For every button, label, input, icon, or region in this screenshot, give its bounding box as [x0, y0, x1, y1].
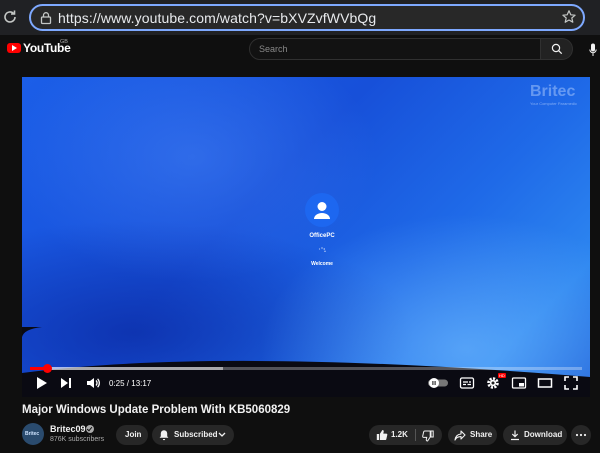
search-placeholder: Search [259, 44, 288, 54]
country-code: GB [60, 39, 68, 45]
join-button[interactable]: Join [116, 425, 148, 445]
site-info-icon[interactable] [39, 11, 53, 25]
search-icon [551, 43, 563, 55]
search-button[interactable] [541, 38, 573, 60]
theater-icon[interactable] [537, 375, 553, 391]
like-count[interactable]: 1.2K [391, 430, 408, 439]
next-icon[interactable] [59, 375, 73, 391]
subscribed-label: Subscribed [174, 430, 218, 439]
hd-badge: HD [498, 373, 506, 378]
video-player[interactable]: Britec Your Computer Paramedic OfficePC … [22, 77, 590, 397]
like-dislike-group: 1.2K [369, 425, 442, 445]
buffered-bar [30, 367, 224, 370]
url-text[interactable]: https://www.youtube.com/watch?v=bXVZvfWV… [58, 10, 376, 26]
verified-icon [86, 425, 94, 433]
user-avatar-icon [305, 193, 339, 227]
join-label: Join [125, 430, 142, 439]
like-divider [415, 429, 416, 441]
watermark-text: Britec [530, 83, 576, 100]
reload-icon[interactable] [2, 9, 18, 25]
browser-toolbar: https://www.youtube.com/watch?v=bXVZvfWV… [0, 0, 600, 35]
channel-avatar[interactable]: Britec [22, 423, 44, 445]
time-display: 0:25 / 13:17 [109, 379, 152, 388]
download-button[interactable]: Download [503, 425, 567, 445]
youtube-header: YouTube GB Search [0, 35, 600, 65]
thumbs-up-icon[interactable] [376, 429, 388, 441]
volume-icon[interactable] [85, 375, 101, 391]
search-input[interactable]: Search [249, 38, 541, 60]
address-bar[interactable]: https://www.youtube.com/watch?v=bXVZvfWV… [29, 4, 585, 31]
video-title: Major Windows Update Problem With KB5060… [22, 404, 291, 416]
fullscreen-icon[interactable] [563, 375, 579, 391]
download-label: Download [524, 430, 563, 439]
subscribed-button[interactable]: Subscribed [152, 425, 234, 445]
share-icon [454, 430, 466, 441]
channel-name[interactable]: Britec09 [50, 424, 86, 434]
youtube-logo-icon[interactable] [7, 43, 21, 53]
microphone-icon[interactable] [589, 43, 597, 57]
miniplayer-icon[interactable] [511, 375, 527, 391]
watermark-subtext: Your Computer Paramedic [530, 101, 577, 106]
more-actions-button[interactable] [571, 425, 591, 445]
subtitles-icon[interactable] [459, 375, 475, 391]
channel-watermark: Britec Your Computer Paramedic [508, 83, 588, 109]
progress-bar[interactable] [30, 364, 582, 373]
bell-icon [159, 430, 169, 441]
autoplay-toggle-icon[interactable] [427, 375, 449, 391]
video-frame-border [22, 327, 590, 397]
play-icon[interactable] [35, 375, 49, 391]
avatar-label: Britec [25, 431, 40, 437]
account-name: OfficePC [309, 233, 335, 239]
status-text: Welcome [311, 261, 333, 267]
share-button[interactable]: Share [448, 425, 497, 445]
chevron-down-icon [218, 432, 226, 437]
more-icon [575, 433, 587, 437]
thumbs-down-icon[interactable] [422, 430, 434, 442]
loading-spinner-icon [318, 247, 326, 252]
bookmark-star-icon[interactable] [561, 9, 577, 25]
share-label: Share [470, 430, 493, 439]
subscriber-count: 876K subscribers [50, 436, 105, 443]
download-icon [511, 430, 519, 441]
